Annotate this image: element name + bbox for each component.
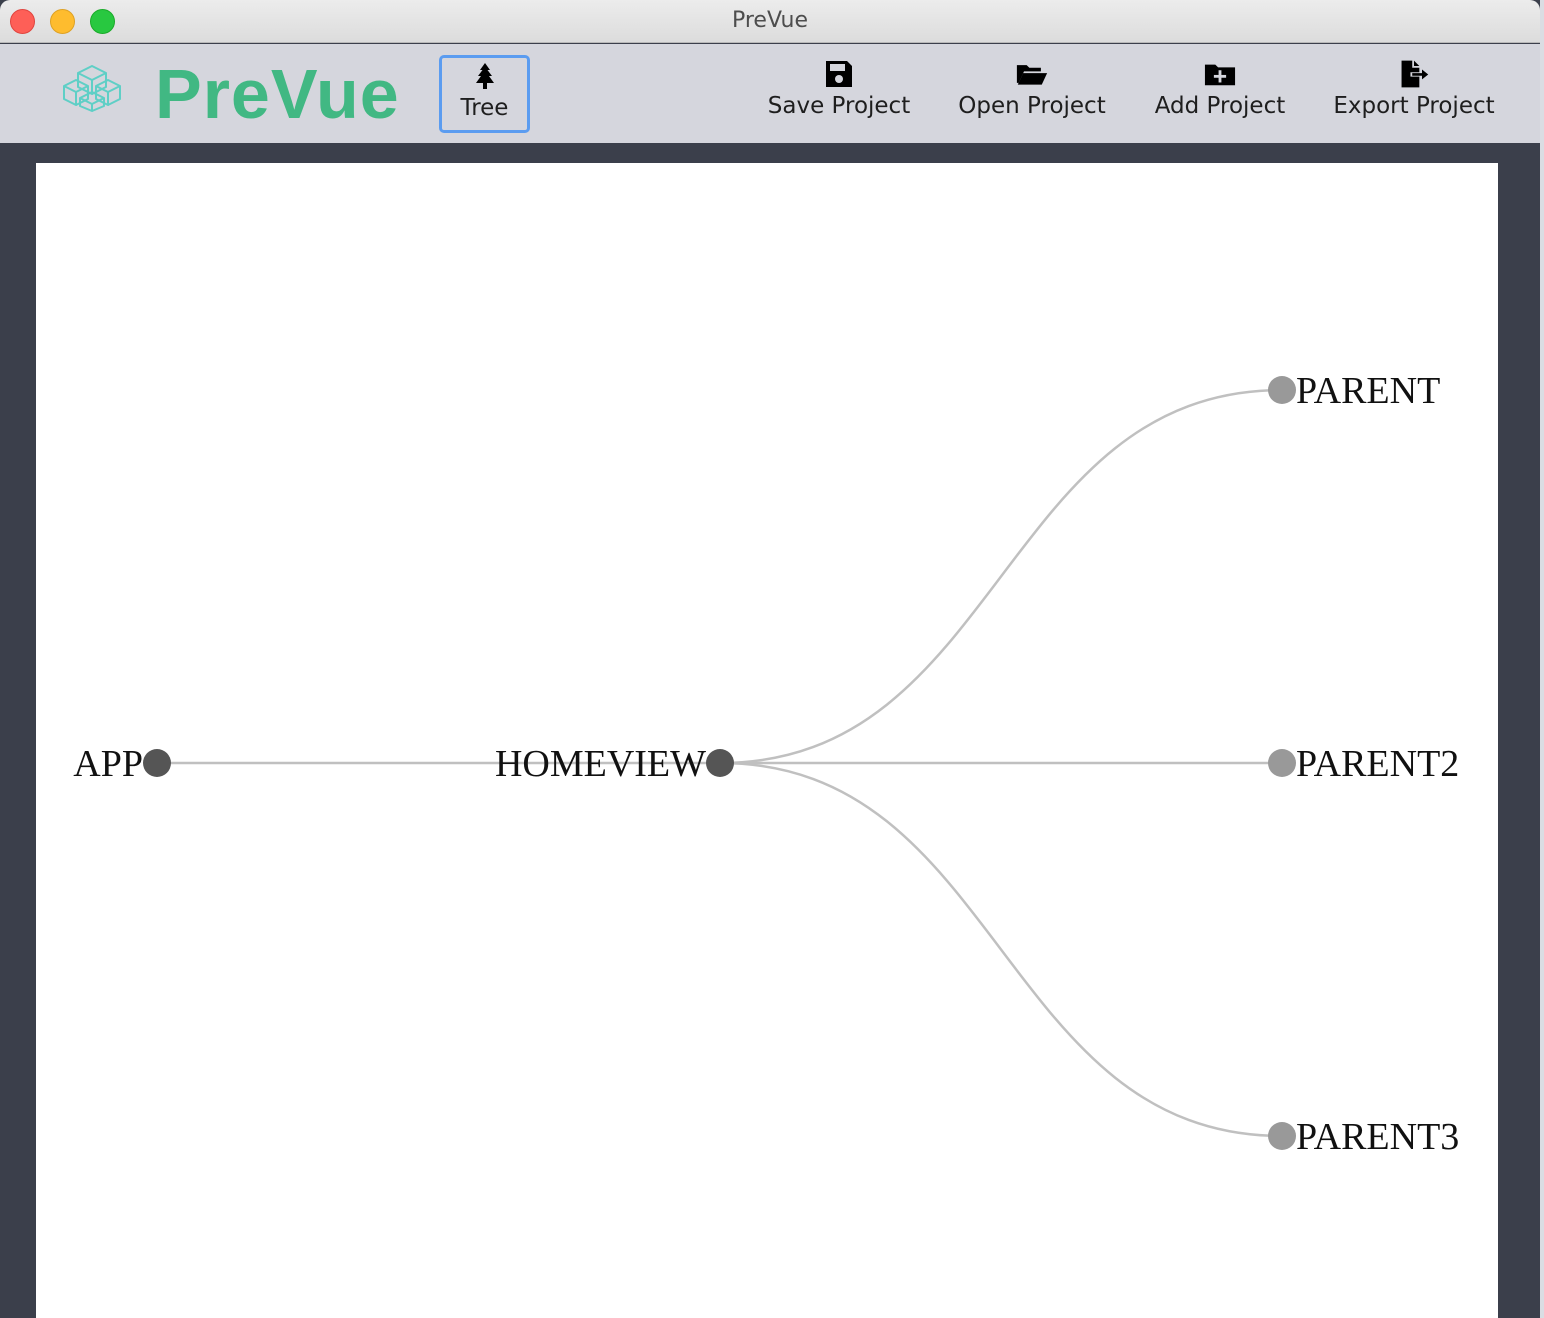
save-project-button[interactable]: Save Project [766, 58, 912, 130]
tree-node-homeview[interactable]: HOMEVIEW [495, 743, 734, 785]
window-titlebar: PreVue [0, 0, 1540, 43]
tree-node-label: HOMEVIEW [495, 743, 706, 785]
tree-icon [475, 63, 494, 89]
window-title: PreVue [731, 8, 808, 33]
save-project-label: Save Project [767, 93, 911, 119]
tree-node-label: APP [73, 743, 143, 785]
file-export-icon [1401, 60, 1429, 88]
tree-button-label: Tree [460, 95, 509, 121]
open-project-label: Open Project [958, 93, 1106, 119]
app-brand: PreVue [155, 55, 400, 133]
tree-node-dot[interactable] [1268, 376, 1296, 404]
tree-node-dot[interactable] [143, 749, 171, 777]
folder-plus-icon [1204, 64, 1236, 86]
add-project-label: Add Project [1154, 93, 1286, 119]
save-icon [826, 61, 852, 87]
open-project-button[interactable]: Open Project [955, 58, 1109, 130]
tree-link [719, 388, 1283, 765]
tree-view-button[interactable]: Tree [439, 55, 530, 133]
tree-node-parent3[interactable]: PARENT3 [1268, 1116, 1459, 1158]
tree-canvas: APP HOMEVIEW PARENT PARENT2 PARENT3 [36, 163, 1498, 1318]
toolbar: PreVue Tree Save Project Open Project Ad… [0, 44, 1540, 143]
tree-node-app[interactable]: APP [73, 743, 171, 785]
tree-node-label: PARENT2 [1296, 743, 1459, 785]
cubes-logo-icon [63, 65, 121, 112]
export-project-label: Export Project [1333, 93, 1495, 119]
add-project-button[interactable]: Add Project [1150, 58, 1290, 130]
tree-node-dot[interactable] [1268, 749, 1296, 777]
tree-node-dot[interactable] [1268, 1122, 1296, 1150]
tree-node-parent2[interactable]: PARENT2 [1268, 743, 1459, 785]
tree-node-label: PARENT3 [1296, 1116, 1459, 1158]
tree-node-dot[interactable] [706, 749, 734, 777]
tree-link [719, 761, 1283, 1138]
folder-open-icon [1016, 65, 1048, 85]
tree-diagram: APP HOMEVIEW PARENT PARENT2 PARENT3 [73, 370, 1459, 1158]
tree-node-parent[interactable]: PARENT [1268, 370, 1440, 412]
export-project-button[interactable]: Export Project [1330, 58, 1498, 130]
window-edge [1540, 0, 1544, 1318]
tree-node-label: PARENT [1296, 370, 1440, 412]
